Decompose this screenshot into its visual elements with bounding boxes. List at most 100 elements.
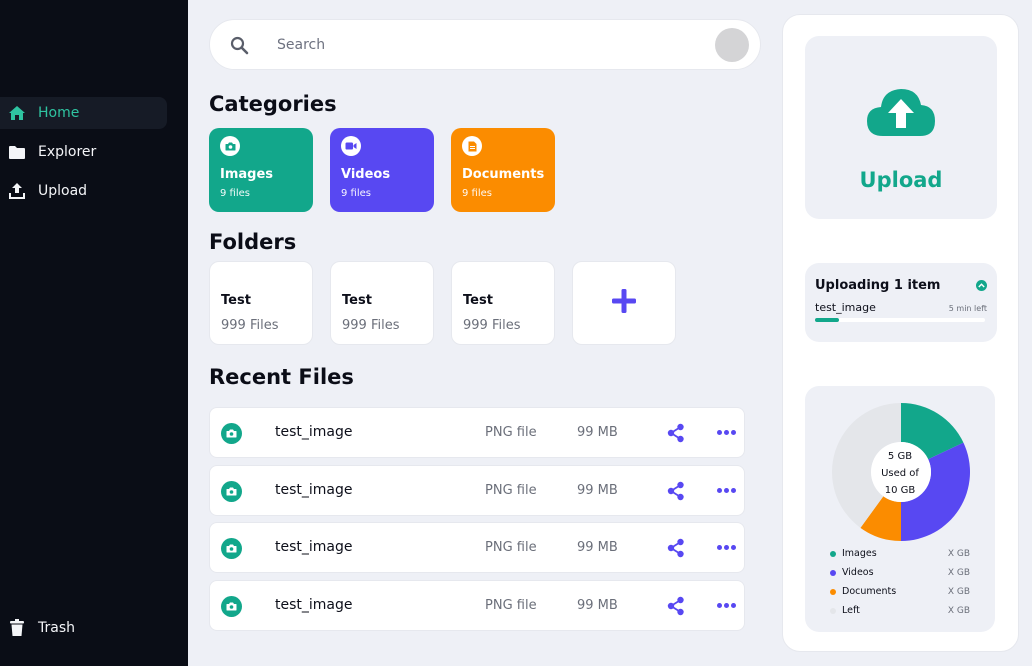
progress-bar [815, 318, 985, 322]
category-documents[interactable]: Documents 9 files [451, 128, 555, 212]
category-images[interactable]: Images 9 files [209, 128, 313, 212]
file-size: 99 MB [577, 540, 618, 555]
category-name: Documents [462, 167, 545, 182]
table-row[interactable]: test_image PNG file 99 MB [209, 580, 745, 631]
file-type: PNG file [485, 483, 537, 498]
share-icon[interactable] [667, 481, 685, 505]
share-icon[interactable] [667, 538, 685, 562]
file-size: 99 MB [577, 483, 618, 498]
file-type: PNG file [485, 598, 537, 613]
category-name: Videos [341, 167, 391, 182]
storage-total: 10 GB [884, 485, 916, 496]
sidebar-item-upload[interactable]: Upload [0, 175, 167, 207]
file-type: PNG file [485, 540, 537, 555]
legend-value: X GB [947, 586, 970, 597]
more-options-icon[interactable] [717, 603, 736, 608]
document-icon [462, 136, 482, 156]
more-options-icon[interactable] [717, 488, 736, 493]
table-row[interactable]: test_image PNG file 99 MB [209, 407, 745, 458]
legend-dot [830, 569, 836, 576]
legend-dot [830, 588, 836, 595]
category-count: 9 files [341, 188, 371, 199]
progress-title: Uploading 1 item [815, 278, 941, 293]
avatar[interactable] [715, 28, 749, 62]
progress-file-name: test_image [815, 301, 876, 314]
sidebar: Home Explorer Upload Trash [0, 0, 188, 666]
sidebar-item-label: Upload [38, 183, 88, 199]
storage-card: 5 GB Used of 10 GB Images X GB Videos X GB D… [805, 386, 995, 632]
progress-bar-fill [815, 318, 839, 322]
storage-used: 5 GB [887, 451, 913, 462]
progress-time-left: 5 min left [948, 304, 987, 313]
more-options-icon[interactable] [717, 430, 736, 435]
folder-name: Test [463, 293, 493, 308]
legend-item: Left X GB [830, 601, 970, 620]
folders-heading: Folders [209, 230, 297, 254]
category-videos[interactable]: Videos 9 files [330, 128, 434, 212]
sidebar-nav: Home Explorer Upload [0, 97, 167, 214]
camera-icon [221, 423, 242, 444]
sidebar-item-label: Explorer [38, 144, 97, 160]
camera-icon [221, 596, 242, 617]
legend-item: Images X GB [830, 544, 970, 563]
table-row[interactable]: test_image PNG file 99 MB [209, 522, 745, 573]
legend-label: Images [842, 548, 877, 559]
storage-used-of: Used of [881, 468, 919, 479]
folder-count: 999 Files [221, 318, 279, 333]
legend-label: Videos [842, 567, 874, 578]
legend-item: Documents X GB [830, 582, 970, 601]
file-name: test_image [275, 597, 353, 613]
file-name: test_image [275, 539, 353, 555]
folder-card[interactable]: Test 999 Files [330, 261, 434, 345]
categories-heading: Categories [209, 92, 337, 116]
storage-center-text: 5 GB Used of 10 GB [872, 448, 928, 499]
file-name: test_image [275, 482, 353, 498]
storage-legend: Images X GB Videos X GB Documents X GB Left X G… [830, 544, 970, 620]
legend-dot [830, 550, 836, 557]
file-type: PNG file [485, 425, 537, 440]
sidebar-item-label: Home [38, 105, 80, 121]
upload-icon [7, 181, 27, 201]
legend-value: X GB [947, 605, 970, 616]
folder-card[interactable]: Test 999 Files [209, 261, 313, 345]
recent-files-heading: Recent Files [209, 365, 354, 389]
trash-label: Trash [38, 620, 75, 636]
sidebar-item-trash[interactable]: Trash [7, 618, 75, 638]
file-name: test_image [275, 424, 353, 440]
legend-label: Left [842, 605, 860, 616]
add-folder-button[interactable] [572, 261, 676, 345]
folder-count: 999 Files [342, 318, 400, 333]
table-row[interactable]: test_image PNG file 99 MB [209, 465, 745, 516]
file-size: 99 MB [577, 425, 618, 440]
sidebar-item-explorer[interactable]: Explorer [0, 136, 167, 168]
trash-icon [7, 618, 27, 638]
folder-icon [7, 142, 27, 162]
search-bar [209, 19, 761, 70]
home-icon [7, 103, 27, 123]
upload-dropzone[interactable]: Upload [805, 36, 997, 219]
search-input[interactable] [277, 33, 697, 57]
more-options-icon[interactable] [717, 545, 736, 550]
search-icon [230, 36, 249, 59]
category-name: Images [220, 167, 274, 182]
sidebar-item-home[interactable]: Home [0, 97, 167, 129]
share-icon[interactable] [667, 596, 685, 620]
legend-value: X GB [947, 567, 970, 578]
folder-count: 999 Files [463, 318, 521, 333]
right-panel: Upload Uploading 1 item test_image 5 min… [782, 14, 1019, 652]
chevron-up-icon[interactable] [976, 280, 987, 291]
legend-item: Videos X GB [830, 563, 970, 582]
category-count: 9 files [462, 188, 492, 199]
legend-value: X GB [947, 548, 970, 559]
plus-icon [611, 288, 637, 318]
legend-label: Documents [842, 586, 897, 597]
camera-icon [221, 538, 242, 559]
main-content: Categories Images 9 files Videos 9 files… [188, 0, 768, 666]
folder-name: Test [342, 293, 372, 308]
camera-icon [221, 481, 242, 502]
share-icon[interactable] [667, 423, 685, 447]
folder-card[interactable]: Test 999 Files [451, 261, 555, 345]
category-count: 9 files [220, 188, 250, 199]
legend-dot [830, 607, 836, 614]
file-size: 99 MB [577, 598, 618, 613]
